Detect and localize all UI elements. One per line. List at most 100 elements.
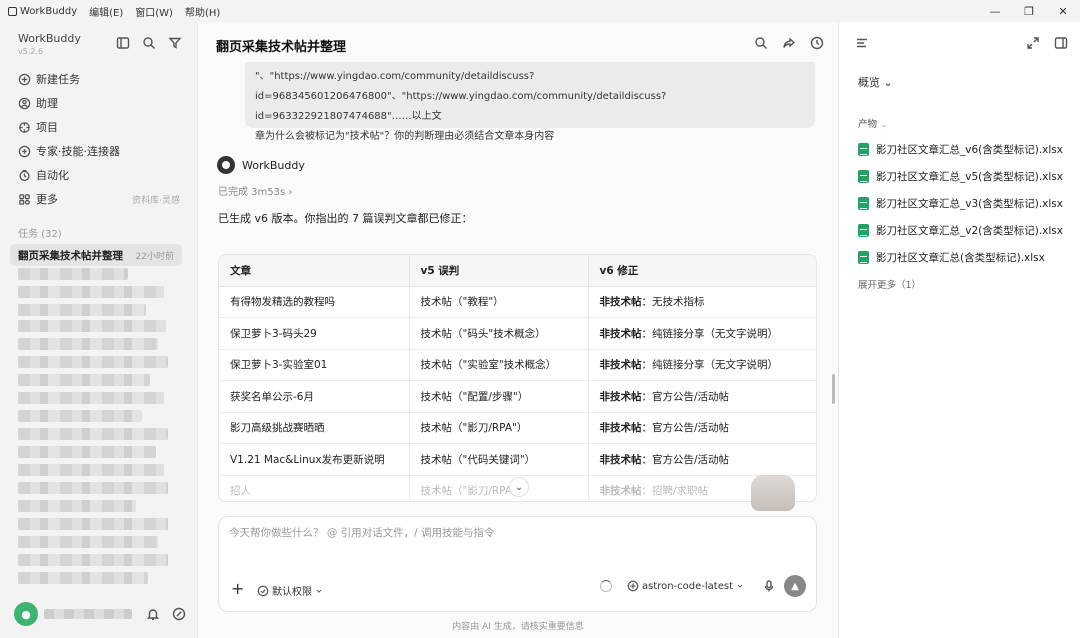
file-item[interactable]: 影刀社区文章汇总_v6(含类型标记).xlsx — [858, 136, 1063, 163]
bell-icon[interactable] — [146, 607, 160, 621]
task-item-blurred[interactable] — [18, 518, 168, 530]
task-item-blurred[interactable] — [18, 374, 150, 386]
products-section[interactable]: 产物 ⌄ — [858, 116, 888, 130]
right-panel-toolbar — [1026, 36, 1068, 50]
nav-more-extra[interactable]: 资料库·灵感 — [132, 193, 184, 206]
search-icon[interactable] — [142, 36, 156, 50]
excel-file-icon — [858, 197, 869, 210]
add-attachment-button[interactable]: + — [231, 579, 244, 598]
nav-new-task[interactable]: 新建任务 — [14, 67, 184, 91]
chevron-down-icon — [735, 580, 745, 592]
task-item-blurred[interactable] — [18, 286, 164, 298]
app-title: WorkBuddy — [0, 6, 77, 17]
chat-input-box[interactable]: 今天帮你做些什么？ @ 引用对话文件，/ 调用技能与指令 + 默认权限 astr… — [218, 516, 817, 612]
menu-help[interactable]: 帮助(H) — [185, 4, 220, 19]
plus-circle-icon — [627, 580, 639, 592]
file-item[interactable]: 影刀社区文章汇总_v3(含类型标记).xlsx — [858, 190, 1063, 217]
task-item-blurred[interactable] — [18, 446, 156, 458]
cell-article: 影刀高级挑战赛晒晒 — [219, 412, 410, 444]
sidebar: WorkBuddy v5.2.6 新建任务 助理 项目 专家·技能·连接器 自动… — [0, 22, 198, 638]
expert-icon — [18, 145, 31, 158]
list-icon[interactable] — [855, 36, 869, 50]
nav-label: 更多 — [36, 193, 58, 206]
table-row: 获奖名单公示-6月 技术帖（"配置/步骤"） 非技术帖：官方公告/活动帖 — [219, 380, 816, 413]
overview-label: 概览 — [858, 76, 880, 89]
send-button[interactable]: ▲ — [784, 575, 806, 597]
assistant-summary: 已生成 v6 版本。你指出的 7 篇误判文章都已修正： — [218, 212, 473, 225]
user-message-bubble: "、"https://www.yingdao.com/community/det… — [245, 62, 815, 142]
file-item[interactable]: 影刀社区文章汇总(含类型标记).xlsx — [858, 244, 1063, 271]
cell-article: 有得物发精选的教程吗 — [219, 286, 410, 318]
tasks-section-label[interactable]: 任务 (32) — [18, 225, 62, 240]
minimize-button[interactable]: — — [978, 0, 1012, 22]
sidebar-toggle-icon[interactable] — [116, 36, 130, 50]
microphone-icon[interactable] — [762, 579, 776, 593]
task-item-active[interactable]: 翻页采集技术帖并整理 22小时前 — [10, 244, 182, 266]
file-name: 影刀社区文章汇总_v5(含类型标记).xlsx — [876, 171, 1063, 183]
close-button[interactable]: ✕ — [1046, 0, 1080, 22]
task-item-blurred[interactable] — [18, 320, 166, 332]
panel-toggle-icon[interactable] — [1054, 36, 1068, 50]
cell-article: 保卫萝卜3-码头29 — [219, 317, 410, 350]
task-item-blurred[interactable] — [18, 428, 168, 440]
model-selector[interactable]: astron-code-latest — [627, 580, 748, 592]
scrollbar-thumb[interactable] — [832, 374, 835, 404]
chevron-down-icon: ⌄ — [514, 481, 524, 493]
expand-icon[interactable] — [1026, 36, 1040, 50]
maximize-button[interactable]: ❐ — [1012, 0, 1046, 22]
cell-v6: 非技术帖：纯链接分享（无文字说明） — [588, 317, 816, 350]
task-item-blurred[interactable] — [18, 482, 168, 494]
completion-status[interactable]: 已完成 3m53s › — [218, 183, 292, 198]
avatar[interactable]: ● — [14, 602, 38, 626]
share-icon[interactable] — [782, 36, 796, 50]
filter-icon[interactable] — [168, 36, 182, 50]
message-line: 章为什么会被标记为"技术帖"？你的判断理由必须结合文章本身内容 — [255, 131, 555, 142]
cell-v6-rest: ：官方公告/活动帖 — [641, 390, 730, 403]
task-item-blurred[interactable] — [18, 410, 142, 422]
scroll-down-button[interactable]: ⌄ — [509, 477, 529, 497]
settings-icon[interactable] — [172, 607, 186, 621]
cell-v5: 技术帖（"代码关键词"） — [409, 443, 589, 476]
ai-disclaimer: 内容由 AI 生成，请核实重要信息 — [452, 622, 584, 632]
task-item-blurred[interactable] — [18, 304, 146, 316]
app-name: WorkBuddy — [20, 5, 78, 17]
search-icon[interactable] — [754, 36, 768, 50]
sidebar-brand: WorkBuddy v5.2.6 — [18, 32, 81, 56]
chevron-down-icon — [314, 585, 324, 597]
task-item-blurred[interactable] — [18, 268, 128, 280]
file-item[interactable]: 影刀社区文章汇总_v2(含类型标记).xlsx — [858, 217, 1063, 244]
table-row: 保卫萝卜3-实验室01 技术帖（"实验室"技术概念） 非技术帖：纯链接分享（无文… — [219, 349, 816, 381]
task-item-blurred[interactable] — [18, 572, 148, 584]
menu-edit[interactable]: 编辑(E) — [89, 4, 123, 19]
message-line: id=968345601206476800"、"https://www.ying… — [255, 91, 667, 122]
nav-project[interactable]: 项目 — [14, 115, 184, 139]
task-item-blurred[interactable] — [18, 554, 168, 566]
cell-v6-rest: ：招聘/求职帖 — [641, 485, 709, 498]
nav-assistant[interactable]: 助理 — [14, 91, 184, 115]
file-name: 影刀社区文章汇总_v6(含类型标记).xlsx — [876, 144, 1063, 156]
page-title: 翻页采集技术帖并整理 — [216, 40, 347, 55]
permission-selector[interactable]: 默认权限 — [257, 583, 327, 598]
task-item-blurred[interactable] — [18, 464, 164, 476]
overview-dropdown[interactable]: 概览 ⌄ — [858, 74, 893, 90]
task-item-blurred[interactable] — [18, 500, 136, 512]
nav-more[interactable]: 更多 资料库·灵感 — [14, 187, 184, 211]
task-item-blurred[interactable] — [18, 338, 158, 350]
menu-window[interactable]: 窗口(W) — [135, 4, 173, 19]
file-item[interactable]: 影刀社区文章汇总_v5(含类型标记).xlsx — [858, 163, 1063, 190]
task-item-blurred[interactable] — [18, 536, 158, 548]
task-item-blurred[interactable] — [18, 356, 168, 368]
history-icon[interactable] — [810, 36, 824, 50]
task-item-blurred[interactable] — [18, 392, 164, 404]
chat-input-placeholder[interactable]: 今天帮你做些什么？ @ 引用对话文件，/ 调用技能与指令 — [229, 525, 495, 540]
nav-automation[interactable]: 自动化 — [14, 163, 184, 187]
automation-icon — [18, 169, 31, 182]
cell-article: 招人 — [219, 475, 410, 501]
cell-v6-rest: ：官方公告/活动帖 — [641, 422, 730, 435]
cell-article: 获奖名单公示-6月 — [219, 380, 410, 413]
show-more-button[interactable]: 展开更多（1） — [858, 277, 921, 291]
project-icon — [18, 121, 31, 134]
assistant-icon — [18, 97, 31, 110]
cell-v6-bold: 非技术帖 — [599, 327, 642, 340]
nav-expert[interactable]: 专家·技能·连接器 — [14, 139, 184, 163]
